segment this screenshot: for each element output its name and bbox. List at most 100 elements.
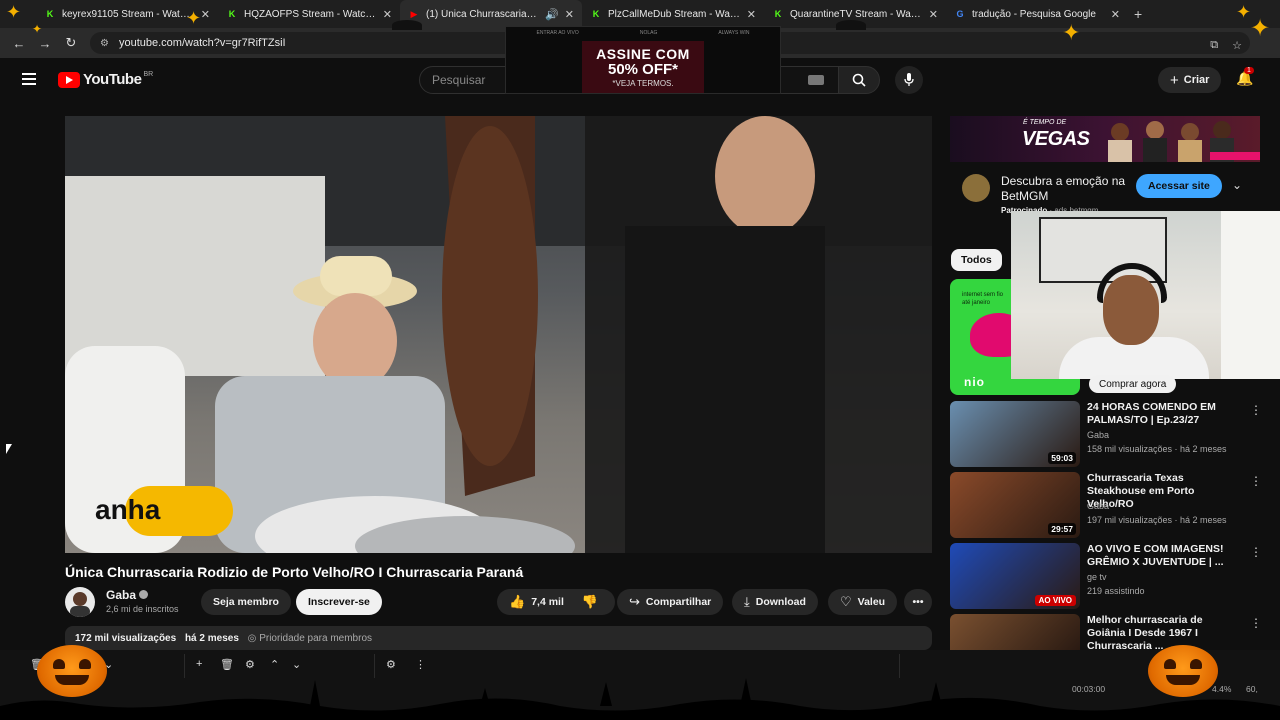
- more-icon[interactable]: ⋮: [415, 658, 426, 671]
- mixer-panel: [375, 654, 900, 678]
- ad-line-2: 50% OFF*: [607, 61, 679, 78]
- video-player[interactable]: anha: [65, 116, 932, 553]
- more-options-icon[interactable]: ⋮: [1250, 403, 1262, 417]
- mouse-cursor-icon: [6, 444, 12, 454]
- more-actions-icon[interactable]: •••: [904, 589, 932, 615]
- ad-banner[interactable]: É TEMPO DE VEGAS: [950, 116, 1260, 162]
- thanks-button[interactable]: ♡ Valeu: [828, 589, 898, 615]
- video-caption-overlay: anha: [95, 494, 161, 525]
- recommended-channel[interactable]: ge tv: [1087, 572, 1107, 582]
- recommended-meta: 158 mil visualizações · há 2 meses: [1087, 444, 1227, 454]
- subscribe-button[interactable]: Inscrever-se: [296, 589, 382, 615]
- visit-site-button[interactable]: Acessar site: [1136, 174, 1222, 198]
- bat-decoration-icon: [836, 20, 866, 30]
- youtube-logo[interactable]: YouTube BR: [58, 71, 153, 88]
- browser-tab[interactable]: ▶ (1) Única Churrascaria Rodi 🔊 ✕: [400, 0, 582, 28]
- close-tab-icon[interactable]: ✕: [383, 8, 392, 21]
- join-button[interactable]: Seja membro: [201, 589, 291, 615]
- close-tab-icon[interactable]: ✕: [1111, 8, 1120, 21]
- recommended-video[interactable]: 29:57 Churrascaria Texas Steakhouse em Po…: [950, 472, 1268, 538]
- create-button[interactable]: + Criar: [1158, 67, 1222, 93]
- menu-icon[interactable]: [22, 73, 36, 88]
- close-tab-icon[interactable]: ✕: [747, 8, 756, 21]
- more-options-icon[interactable]: ⋮: [1250, 545, 1262, 559]
- site-settings-icon[interactable]: ⚙: [100, 38, 109, 49]
- cast-icon[interactable]: ⧉: [1210, 39, 1218, 52]
- create-label: Criar: [1183, 74, 1210, 86]
- browser-tab[interactable]: Gtradução - Pesquisa Google ✕: [946, 0, 1128, 28]
- star-decoration-icon: ✦: [6, 2, 22, 22]
- recommended-title[interactable]: 24 HORAS COMENDO EM PALMAS/TO | Ep.23/27: [1087, 401, 1237, 427]
- thanks-heart-icon: ♡: [840, 594, 852, 609]
- thanks-label: Valeu: [857, 596, 886, 608]
- more-options-icon[interactable]: ⋮: [1250, 474, 1262, 488]
- microphone-icon[interactable]: [895, 66, 923, 94]
- share-label: Compartilhar: [645, 596, 712, 608]
- ad-strip-text: ALWAYS WIN: [718, 30, 750, 36]
- move-up-icon[interactable]: ⌃: [270, 658, 279, 671]
- subscriber-count: 2,6 mi de inscritos: [106, 604, 179, 614]
- browser-tab[interactable]: K HQZAOFPS Stream - Watch Liv ✕: [218, 0, 400, 28]
- description-box[interactable]: 172 mil visualizações há 2 meses ◎ Prior…: [65, 626, 932, 650]
- star-decoration-icon: ✦: [32, 22, 43, 36]
- remove-icon[interactable]: 🗑: [220, 658, 234, 671]
- forward-icon[interactable]: →: [32, 36, 58, 51]
- search-button[interactable]: [838, 66, 880, 94]
- star-decoration-icon: ✦: [186, 8, 202, 28]
- recommended-video[interactable]: 59:03 24 HORAS COMENDO EM PALMAS/TO | Ep.…: [950, 401, 1268, 467]
- keyboard-icon[interactable]: [808, 75, 824, 85]
- channel-avatar[interactable]: [65, 587, 95, 617]
- recommended-title[interactable]: Melhor churrascaria de Goiânia I Desde 1…: [1087, 614, 1237, 653]
- country-code: BR: [143, 71, 154, 78]
- tab-title: tradução - Pesquisa Google: [972, 8, 1096, 20]
- video-thumbnail[interactable]: [950, 614, 1080, 650]
- recommended-channel[interactable]: Gaba: [1087, 430, 1109, 440]
- stream-ad-overlay: ENTRAR AO VIVO NOLAG ALWAYS WIN ASSINE C…: [505, 26, 781, 94]
- tab-title: keyrex91105 Stream - Watch Li: [62, 8, 195, 20]
- close-tab-icon[interactable]: ✕: [929, 8, 938, 21]
- tab-title: HQZAOFPS Stream - Watch Liv: [244, 8, 377, 20]
- like-count[interactable]: 7,4 mil: [531, 596, 564, 608]
- notifications-icon[interactable]: 🔔 1: [1236, 67, 1254, 87]
- share-button[interactable]: ↪ Compartilhar: [617, 589, 724, 615]
- video-thumbnail[interactable]: 59:03: [950, 401, 1080, 467]
- close-tab-icon[interactable]: ✕: [565, 8, 574, 21]
- more-options-icon[interactable]: ⋮: [1250, 616, 1262, 630]
- bookmark-star-icon[interactable]: ☆: [1232, 39, 1242, 52]
- channel-row: Gaba 2,6 mi de inscritos Seja membro Ins…: [65, 587, 935, 617]
- close-tab-icon[interactable]: ✕: [201, 8, 210, 21]
- recommended-video[interactable]: Melhor churrascaria de Goiânia I Desde 1…: [950, 614, 1268, 653]
- new-tab-button[interactable]: +: [1134, 6, 1142, 22]
- channel-name[interactable]: Gaba: [106, 588, 149, 602]
- filter-chip-all[interactable]: Todos: [951, 249, 1002, 271]
- url-text: youtube.com/watch?v=gr7RifTZsiI: [118, 37, 286, 49]
- ad-strip-text: ENTRAR AO VIVO: [536, 30, 579, 36]
- move-down-icon[interactable]: ⌄: [292, 658, 301, 671]
- dislike-icon[interactable]: 👎: [582, 594, 598, 610]
- video-thumbnail[interactable]: AO VIVO: [950, 543, 1080, 609]
- duration-badge: 59:03: [1048, 452, 1076, 464]
- promo-brand: nio: [964, 375, 985, 389]
- betmgm-logo[interactable]: [962, 174, 990, 202]
- buy-now-button[interactable]: Comprar agora: [1089, 375, 1177, 393]
- view-count: 172 mil visualizações: [75, 633, 177, 644]
- download-button[interactable]: ⤓ Download: [732, 589, 818, 615]
- tab-favicon-icon: K: [228, 9, 236, 19]
- filters-icon[interactable]: ⚙: [386, 658, 396, 671]
- video-thumbnail[interactable]: 29:57: [950, 472, 1080, 538]
- star-decoration-icon: ✦: [1236, 2, 1252, 22]
- settings-icon[interactable]: ⚙: [245, 658, 255, 671]
- reload-icon[interactable]: ↻: [58, 35, 84, 51]
- recommended-title[interactable]: AO VIVO E COM IMAGENS! GRÊMIO X JUVENTUD…: [1087, 543, 1237, 569]
- recommended-channel[interactable]: Gaba: [1087, 501, 1109, 511]
- like-icon[interactable]: 👍: [509, 594, 525, 610]
- halloween-silhouette: [0, 678, 1280, 720]
- back-icon[interactable]: ←: [6, 36, 32, 51]
- recommended-title[interactable]: Churrascaria Texas Steakhouse em Porto V…: [1087, 472, 1237, 511]
- mute-icon[interactable]: 🔊: [545, 8, 559, 21]
- recommended-video[interactable]: AO VIVO AO VIVO E COM IMAGENS! GRÊMIO X J…: [950, 543, 1268, 609]
- youtube-play-icon: [58, 71, 80, 88]
- add-icon[interactable]: +: [196, 658, 202, 670]
- browser-tab[interactable]: K PlzCallMeDub Stream - Watch ✕: [582, 0, 764, 28]
- chevron-down-icon[interactable]: ⌄: [1232, 178, 1242, 192]
